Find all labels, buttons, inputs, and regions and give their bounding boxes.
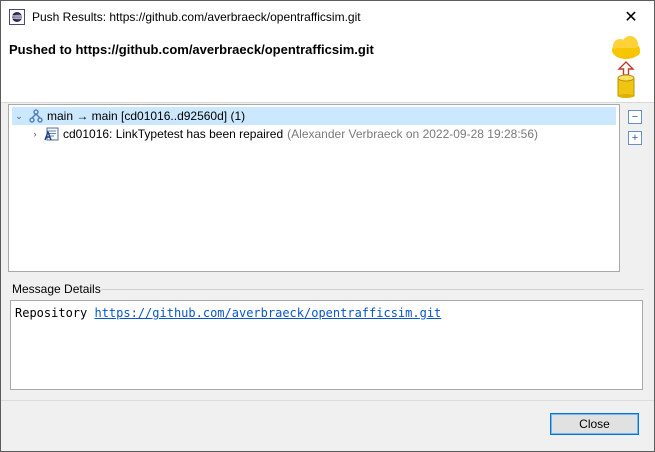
push-to-cloud-icon [612,36,640,98]
expand-all-button[interactable]: + [628,131,642,145]
repository-link[interactable]: https://github.com/averbraeck/opentraffi… [94,306,441,320]
commit-icon [44,127,59,141]
branch-icon [29,109,43,123]
close-icon: ✕ [624,8,638,26]
tree-row-commit[interactable]: › cd01016: LinkTypetest has been repaire… [12,125,539,143]
commit-row-label: cd01016: LinkTypetest has been repaired [63,127,284,141]
repository-prefix: Repository [15,306,88,320]
header-title: Pushed to https://github.com/averbraeck/… [9,42,374,57]
expand-icon: + [631,132,639,144]
message-details-label: Message Details [12,282,101,296]
title-bar: Push Results: https://github.com/averbra… [1,1,654,32]
window-title: Push Results: https://github.com/averbra… [32,10,361,24]
push-results-tree[interactable]: ⌄ main → main [cd01016..d92560d] (1) › c… [8,104,620,272]
push-results-dialog: Push Results: https://github.com/averbra… [0,0,655,452]
dialog-header: Pushed to https://github.com/averbraeck/… [1,32,654,103]
section-divider [101,289,644,290]
close-button-label: Close [579,417,610,431]
message-details-box[interactable]: Repository https://github.com/averbraeck… [10,300,643,390]
close-button[interactable]: Close [550,413,639,435]
commit-row-meta: (Alexander Verbraeck on 2022-09-28 19:28… [287,127,538,141]
message-line: Repository https://github.com/averbraeck… [15,306,441,320]
collapse-icon: − [631,111,639,123]
footer-divider [1,400,654,401]
collapse-all-button[interactable]: − [628,110,642,124]
branch-row-label: main → main [cd01016..d92560d] (1) [47,109,246,123]
eclipse-app-icon [9,9,25,25]
tree-row-branch[interactable]: ⌄ main → main [cd01016..d92560d] (1) [12,107,616,125]
window-close-button[interactable]: ✕ [608,1,654,32]
chevron-down-icon[interactable]: ⌄ [12,109,26,123]
chevron-right-icon[interactable]: › [28,127,42,141]
